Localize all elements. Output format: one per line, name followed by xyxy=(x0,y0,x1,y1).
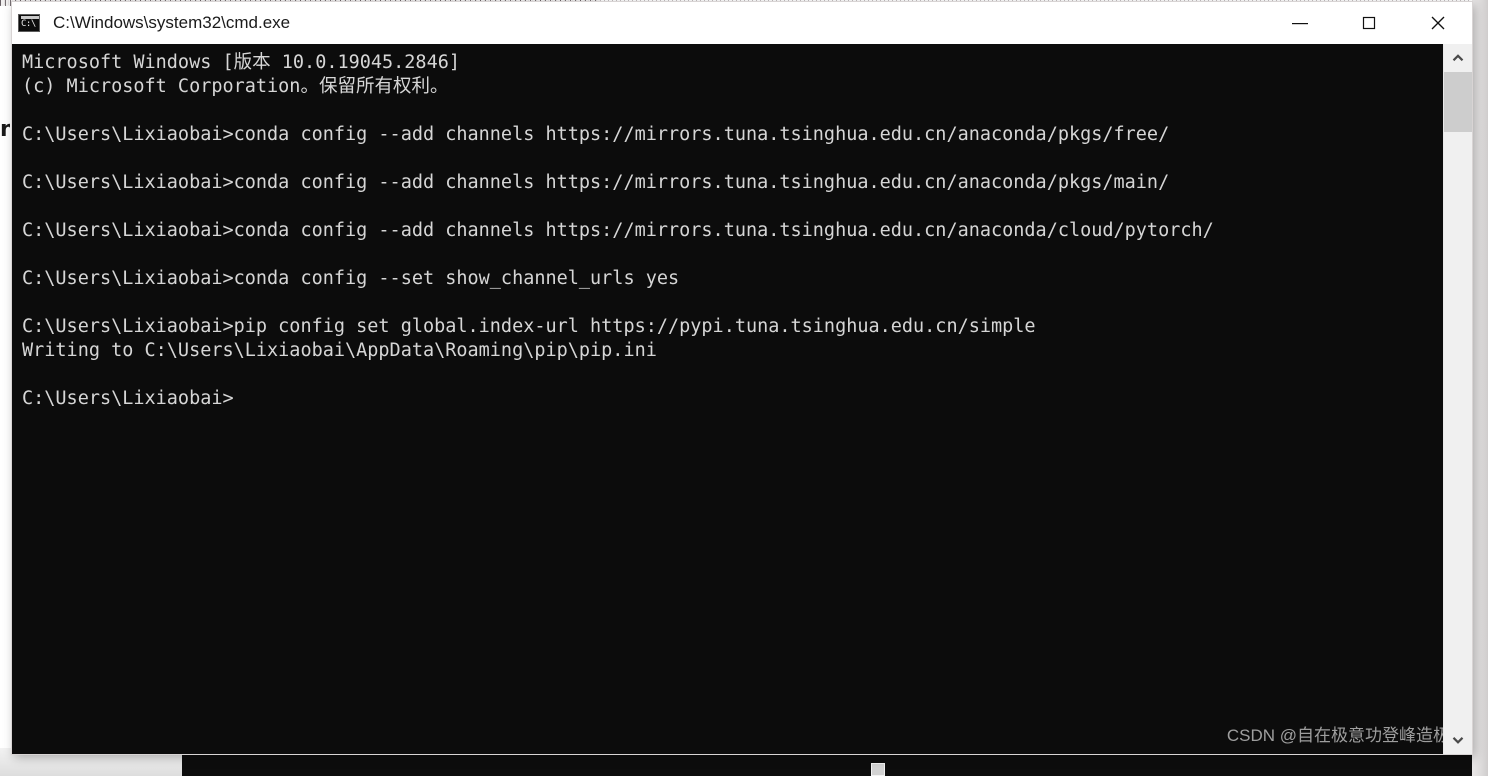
console-line: Microsoft Windows [版本 10.0.19045.2846] xyxy=(22,52,460,73)
window-controls xyxy=(1265,2,1472,44)
minimize-button[interactable] xyxy=(1265,2,1334,44)
scrollbar-thumb[interactable] xyxy=(1444,72,1472,132)
minimize-icon xyxy=(1291,23,1308,25)
console-line: C:\Users\Lixiaobai>pip config set global… xyxy=(22,316,1036,337)
console-scrollbar[interactable] xyxy=(1443,44,1472,754)
console-line: C:\Users\Lixiaobai>conda config --add ch… xyxy=(22,124,1170,145)
background-bottom-band xyxy=(0,752,1488,776)
title-bar[interactable]: C:\ C:\Windows\system32\cmd.exe xyxy=(12,2,1472,44)
console-output-area[interactable]: Microsoft Windows [版本 10.0.19045.2846] (c… xyxy=(12,44,1472,754)
chevron-up-icon xyxy=(1452,54,1464,62)
close-icon xyxy=(1431,16,1444,30)
maximize-button[interactable] xyxy=(1334,2,1403,44)
maximize-icon xyxy=(1362,16,1375,30)
console-line: C:\Users\Lixiaobai>conda config --add ch… xyxy=(22,172,1170,193)
console-text: Microsoft Windows [版本 10.0.19045.2846] (c… xyxy=(12,44,1444,411)
scroll-up-button[interactable] xyxy=(1444,44,1472,72)
watermark: CSDN @自在极意功登峰造极 xyxy=(1226,726,1450,745)
background-left-glyph: n xyxy=(0,118,10,142)
console-line: C:\Users\Lixiaobai>conda config --set sh… xyxy=(22,268,680,289)
cmd-window: C:\ C:\Windows\system32\cmd.exe Microsof… xyxy=(12,2,1472,754)
console-line: Writing to C:\Users\Lixiaobai\AppData\Ro… xyxy=(22,340,657,361)
cmd-icon-prompt-text: C:\ xyxy=(21,19,36,29)
close-button[interactable] xyxy=(1403,2,1472,44)
chevron-down-icon xyxy=(1452,737,1464,744)
console-line: C:\Users\Lixiaobai>conda config --add ch… xyxy=(22,220,1214,241)
console-line: C:\Users\Lixiaobai> xyxy=(22,388,234,409)
window-title: C:\Windows\system32\cmd.exe xyxy=(53,13,291,32)
cmd-console-icon: C:\ xyxy=(16,12,44,34)
scroll-down-button[interactable] xyxy=(1444,726,1472,754)
background-right-strip xyxy=(1472,0,1488,776)
background-bottom-marker xyxy=(871,763,885,776)
console-line: (c) Microsoft Corporation。保留所有权利。 xyxy=(22,76,449,97)
